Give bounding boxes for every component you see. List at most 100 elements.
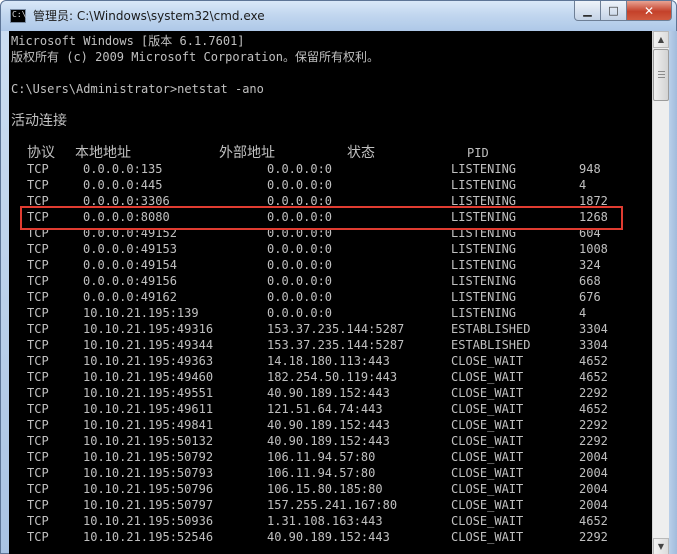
cell-foreign-address: 182.254.50.119:443 [267, 370, 398, 384]
command-prompt-line: C:\Users\Administrator>netstat -ano [11, 82, 264, 96]
cell-state: LISTENING [451, 210, 517, 224]
scroll-up-button[interactable]: ▲ [653, 31, 669, 48]
scroll-down-button[interactable]: ▼ [653, 538, 669, 554]
cell-local-address: 10.10.21.195:49841 [83, 418, 214, 432]
cmd-window: C:\ 管理员: C:\Windows\system32\cmd.exe ▁ □… [0, 0, 677, 554]
cell-foreign-address: 0.0.0.0:0 [267, 226, 333, 240]
cell-foreign-address: 40.90.189.152:443 [267, 386, 390, 400]
cell-proto: TCP [27, 498, 49, 512]
cell-pid: 1008 [579, 242, 608, 256]
minimize-button[interactable]: ▁ [574, 1, 601, 21]
close-button[interactable]: ✕ [627, 1, 672, 21]
cell-foreign-address: 157.255.241.167:80 [267, 498, 398, 512]
scrollbar-thumb[interactable] [653, 49, 669, 101]
vertical-scrollbar[interactable]: ▲ ▼ [652, 31, 669, 554]
cell-proto: TCP [27, 530, 49, 544]
title-bar[interactable]: C:\ 管理员: C:\Windows\system32\cmd.exe ▁ □… [1, 1, 676, 31]
cell-state: CLOSE_WAIT [451, 514, 524, 528]
cell-state: CLOSE_WAIT [451, 498, 524, 512]
chevron-up-icon: ▲ [657, 35, 665, 44]
cell-local-address: 0.0.0.0:49153 [83, 242, 177, 256]
cell-foreign-address: 0.0.0.0:0 [267, 194, 333, 208]
cell-local-address: 10.10.21.195:50797 [83, 498, 214, 512]
cell-state: LISTENING [451, 178, 517, 192]
cell-pid: 4652 [579, 354, 608, 368]
cell-pid: 1268 [579, 210, 608, 224]
cell-proto: TCP [27, 418, 49, 432]
cell-pid: 604 [579, 226, 601, 240]
cell-state: LISTENING [451, 194, 517, 208]
cell-foreign-address: 121.51.64.74:443 [267, 402, 383, 416]
cell-local-address: 0.0.0.0:8080 [83, 210, 170, 224]
cell-state: CLOSE_WAIT [451, 418, 524, 432]
cell-proto: TCP [27, 306, 49, 320]
cell-state: CLOSE_WAIT [451, 370, 524, 384]
cmd-app-icon[interactable]: C:\ [10, 9, 26, 23]
cell-foreign-address: 0.0.0.0:0 [267, 210, 333, 224]
maximize-icon: □ [608, 4, 619, 17]
cell-pid: 2292 [579, 434, 608, 448]
cell-proto: TCP [27, 386, 49, 400]
window-frame-right [669, 31, 677, 554]
cmd-app-icon-text: C:\ [12, 10, 27, 19]
cell-proto: TCP [27, 466, 49, 480]
cell-state: CLOSE_WAIT [451, 530, 524, 544]
cell-proto: TCP [27, 210, 49, 224]
cell-local-address: 0.0.0.0:135 [83, 162, 163, 176]
cell-foreign-address: 106.11.94.57:80 [267, 450, 376, 464]
cell-local-address: 10.10.21.195:139 [83, 306, 199, 320]
cell-proto: TCP [27, 482, 49, 496]
cell-pid: 4 [579, 178, 587, 192]
cell-pid: 4 [579, 306, 587, 320]
cell-local-address: 0.0.0.0:49162 [83, 290, 177, 304]
header-local-address: 本地地址 [75, 145, 131, 161]
cell-local-address: 10.10.21.195:52546 [83, 530, 214, 544]
cell-proto: TCP [27, 370, 49, 384]
cell-proto: TCP [27, 402, 49, 416]
header-state: 状态 [347, 145, 375, 161]
cell-state: CLOSE_WAIT [451, 466, 524, 480]
cell-state: ESTABLISHED [451, 322, 531, 336]
cell-pid: 2292 [579, 530, 608, 544]
cell-proto: TCP [27, 162, 49, 176]
cell-local-address: 10.10.21.195:49316 [83, 322, 214, 336]
version-line: Microsoft Windows [版本 6.1.7601] [11, 34, 245, 48]
chevron-down-icon: ▼ [657, 542, 665, 551]
cell-local-address: 0.0.0.0:3306 [83, 194, 170, 208]
cell-pid: 4652 [579, 514, 608, 528]
cell-state: LISTENING [451, 306, 517, 320]
cell-proto: TCP [27, 434, 49, 448]
cell-proto: TCP [27, 338, 49, 352]
cell-local-address: 10.10.21.195:49551 [83, 386, 214, 400]
cell-local-address: 10.10.21.195:50796 [83, 482, 214, 496]
cell-local-address: 0.0.0.0:49152 [83, 226, 177, 240]
header-foreign-address: 外部地址 [219, 145, 275, 161]
section-title: 活动连接 [11, 113, 67, 129]
cell-foreign-address: 40.90.189.152:443 [267, 418, 390, 432]
cell-state: LISTENING [451, 290, 517, 304]
cell-local-address: 10.10.21.195:50936 [83, 514, 214, 528]
cell-state: CLOSE_WAIT [451, 402, 524, 416]
cell-foreign-address: 0.0.0.0:0 [267, 306, 333, 320]
cell-state: ESTABLISHED [451, 338, 531, 352]
cell-pid: 948 [579, 162, 601, 176]
cell-foreign-address: 14.18.180.113:443 [267, 354, 390, 368]
cell-local-address: 10.10.21.195:49611 [83, 402, 214, 416]
cell-pid: 2004 [579, 466, 608, 480]
cell-pid: 3304 [579, 338, 608, 352]
close-icon: ✕ [643, 3, 655, 18]
cell-foreign-address: 0.0.0.0:0 [267, 162, 333, 176]
cell-foreign-address: 106.11.94.57:80 [267, 466, 376, 480]
cell-foreign-address: 1.31.108.163:443 [267, 514, 383, 528]
cell-foreign-address: 106.15.80.185:80 [267, 482, 383, 496]
maximize-button[interactable]: □ [601, 1, 627, 21]
cell-pid: 4652 [579, 370, 608, 384]
cell-local-address: 0.0.0.0:445 [83, 178, 163, 192]
cell-proto: TCP [27, 258, 49, 272]
cell-pid: 4652 [579, 402, 608, 416]
cell-foreign-address: 0.0.0.0:0 [267, 274, 333, 288]
cell-pid: 324 [579, 258, 601, 272]
cell-proto: TCP [27, 322, 49, 336]
console-output[interactable]: Microsoft Windows [版本 6.1.7601] 版权所有 (c)… [9, 31, 652, 554]
cell-local-address: 10.10.21.195:49363 [83, 354, 214, 368]
